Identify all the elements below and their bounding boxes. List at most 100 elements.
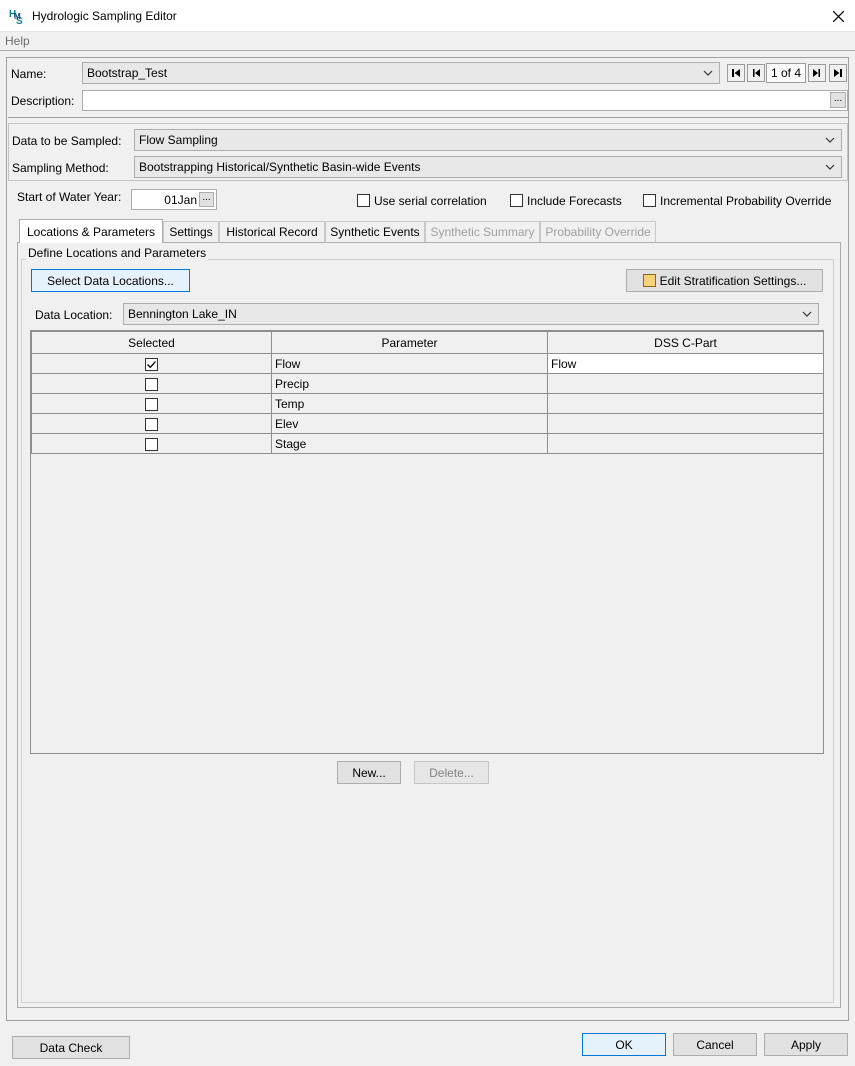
header-dss-cpart[interactable]: DSS C-Part — [547, 331, 824, 354]
step-forward-icon — [813, 69, 820, 77]
locations-group-title: Define Locations and Parameters — [26, 246, 209, 260]
ok-button[interactable]: OK — [582, 1033, 666, 1056]
data-sampled-value: Flow Sampling — [139, 133, 218, 147]
name-label: Name: — [11, 67, 47, 81]
table-row[interactable]: Elev — [31, 413, 824, 434]
description-browse-label: ... — [833, 92, 843, 104]
include-forecasts-label: Include Forecasts — [527, 194, 622, 208]
selected-cell[interactable] — [31, 373, 272, 394]
header-separator — [8, 117, 848, 118]
tab-locations-parameters[interactable]: Locations & Parameters — [19, 219, 163, 243]
table-row[interactable]: Temp — [31, 393, 824, 414]
record-position-text: 1 of 4 — [770, 66, 802, 80]
incremental-override-checkbox[interactable] — [643, 194, 656, 207]
serial-correlation-checkbox[interactable] — [357, 194, 370, 207]
name-value: Bootstrap_Test — [87, 66, 168, 80]
tab-synthetic-events[interactable]: Synthetic Events — [325, 221, 425, 242]
title-bar: H S M Hydrologic Sampling Editor — [0, 0, 855, 32]
previous-record-button[interactable] — [747, 64, 765, 82]
apply-button[interactable]: Apply — [764, 1033, 848, 1056]
tab-label: Probability Override — [545, 225, 651, 239]
tab-settings[interactable]: Settings — [163, 221, 219, 242]
chevron-down-icon — [802, 311, 812, 317]
last-record-button[interactable] — [829, 64, 847, 82]
dss-cpart-cell[interactable] — [547, 393, 824, 414]
edit-stratification-button[interactable]: Edit Stratification Settings... — [626, 269, 823, 292]
selected-cell[interactable] — [31, 353, 272, 374]
menu-help[interactable]: Help — [5, 34, 30, 48]
parameter-cell: Stage — [271, 433, 548, 454]
serial-correlation-label: Use serial correlation — [374, 194, 487, 208]
tab-label: Historical Record — [226, 225, 318, 239]
parameter-cell: Temp — [271, 393, 548, 414]
table-row[interactable]: Precip — [31, 373, 824, 394]
close-icon — [832, 10, 844, 22]
dss-cpart-cell[interactable] — [547, 373, 824, 394]
description-field[interactable] — [82, 90, 848, 111]
data-check-button[interactable]: Data Check — [12, 1036, 130, 1059]
row-checkbox[interactable] — [145, 377, 158, 391]
include-forecasts-checkbox[interactable] — [510, 194, 523, 207]
water-year-browse-button[interactable]: ... — [199, 192, 214, 207]
close-button[interactable] — [826, 4, 850, 28]
svg-text:M: M — [14, 12, 21, 21]
skip-last-icon — [834, 69, 842, 77]
parameter-table: Selected Parameter DSS C-Part Flow Flow … — [31, 331, 824, 454]
chevron-down-icon — [825, 137, 835, 143]
edit-settings-icon — [642, 274, 656, 287]
select-data-locations-label: Select Data Locations... — [47, 273, 174, 288]
next-record-button[interactable] — [808, 64, 826, 82]
first-record-button[interactable] — [727, 64, 745, 82]
table-row[interactable]: Flow Flow — [31, 353, 824, 374]
dss-cpart-cell[interactable] — [547, 413, 824, 434]
name-combo[interactable]: Bootstrap_Test — [82, 62, 720, 84]
data-check-label: Data Check — [39, 1040, 103, 1055]
hms-app-icon: H S M — [8, 7, 26, 25]
header-selected[interactable]: Selected — [31, 331, 272, 354]
row-checkbox-checked[interactable] — [145, 357, 158, 371]
sampling-method-label: Sampling Method: — [12, 161, 109, 175]
dss-cpart-cell[interactable] — [547, 433, 824, 454]
step-back-icon — [753, 69, 760, 77]
checkmark-icon — [147, 360, 156, 368]
water-year-browse-label: ... — [202, 192, 211, 203]
row-checkbox[interactable] — [145, 397, 158, 411]
cancel-button[interactable]: Cancel — [673, 1033, 757, 1056]
water-year-value: 01Jan — [164, 193, 197, 207]
row-checkbox[interactable] — [145, 417, 158, 431]
ok-label: OK — [615, 1037, 633, 1052]
selected-cell[interactable] — [31, 413, 272, 434]
edit-stratification-label: Edit Stratification Settings... — [659, 273, 807, 288]
select-data-locations-button[interactable]: Select Data Locations... — [31, 269, 190, 292]
data-location-combo[interactable]: Bennington Lake_IN — [123, 303, 819, 325]
window-title: Hydrologic Sampling Editor — [32, 9, 177, 23]
description-browse-button[interactable]: ... — [830, 92, 846, 108]
header-parameter[interactable]: Parameter — [271, 331, 548, 354]
tab-label: Locations & Parameters — [26, 224, 156, 239]
data-sampled-label: Data to be Sampled: — [12, 134, 122, 148]
parameter-cell: Flow — [271, 353, 548, 374]
tab-historical-record[interactable]: Historical Record — [219, 221, 325, 242]
data-sampled-combo[interactable]: Flow Sampling — [134, 129, 842, 151]
data-location-label: Data Location: — [35, 308, 113, 322]
apply-label: Apply — [790, 1037, 822, 1052]
tab-label: Synthetic Summary — [430, 225, 535, 239]
row-checkbox[interactable] — [145, 437, 158, 451]
tab-label: Settings — [169, 225, 213, 239]
water-year-label: Start of Water Year: — [17, 190, 122, 204]
tab-label: Synthetic Events — [330, 225, 420, 239]
sampling-method-value: Bootstrapping Historical/Synthetic Basin… — [139, 160, 421, 174]
tab-probability-override: Probability Override — [540, 221, 656, 242]
new-button[interactable]: New... — [337, 761, 401, 784]
tab-synthetic-summary: Synthetic Summary — [425, 221, 540, 242]
delete-label: Delete... — [429, 765, 474, 780]
dss-cpart-cell[interactable]: Flow — [547, 353, 824, 374]
parameter-cell: Elev — [271, 413, 548, 434]
selected-cell[interactable] — [31, 393, 272, 414]
selected-cell[interactable] — [31, 433, 272, 454]
skip-first-icon — [732, 69, 740, 77]
cancel-label: Cancel — [696, 1037, 734, 1052]
table-row[interactable]: Stage — [31, 433, 824, 454]
sampling-method-combo[interactable]: Bootstrapping Historical/Synthetic Basin… — [134, 156, 842, 178]
delete-button: Delete... — [414, 761, 489, 784]
